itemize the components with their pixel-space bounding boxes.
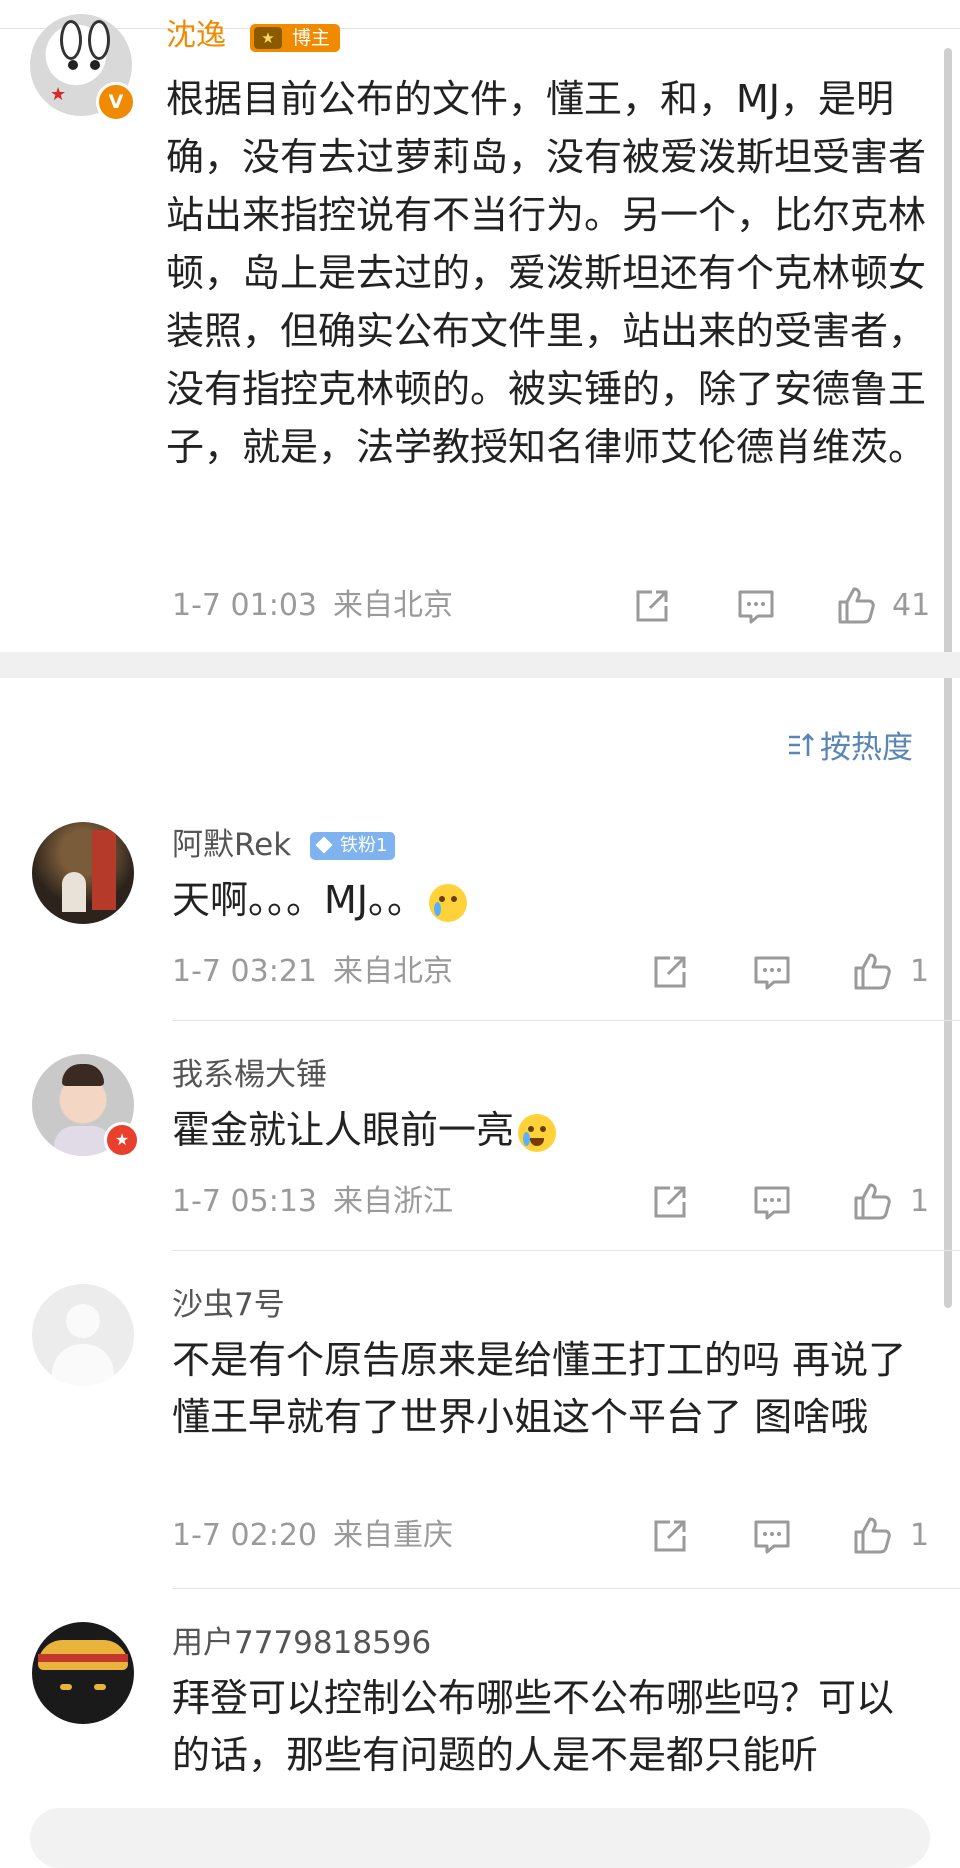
comment-divider — [172, 1250, 960, 1251]
crying-face-icon — [429, 883, 467, 922]
comment-text-content: 天啊。。。MJ。。 — [172, 878, 425, 922]
comment-icon — [738, 590, 774, 624]
poster-name[interactable]: 沈逸 — [166, 18, 226, 54]
comment-time: 1-7 03:21 — [172, 954, 317, 989]
comment-time: 1-7 05:13 — [172, 1184, 317, 1219]
reply-input-bar[interactable] — [30, 1808, 930, 1868]
comment-item: 沙虫7号 不是有个原告原来是给懂王打工的吗 再说了懂王早就有了世界小姐这个平台了… — [0, 1282, 960, 1582]
sort-by-heat-button[interactable]: 按热度 — [786, 728, 913, 770]
comment-location: 来自重庆 — [333, 1518, 453, 1553]
avatar-eye — [90, 60, 100, 70]
commenter-name[interactable]: 我系楊大锤 — [172, 1056, 327, 1094]
comment-actions: 1 — [648, 1514, 938, 1558]
comment-text-content: 霍金就让人眼前一亮 — [172, 1108, 515, 1152]
post-location: 来自北京 — [333, 588, 453, 623]
comment-icon — [754, 1186, 790, 1220]
verified-icon: V — [96, 82, 136, 122]
comment-meta: 1-7 05:13 来自浙江 — [172, 1184, 453, 1220]
commenter-avatar[interactable] — [32, 1622, 134, 1724]
badge-level-icon: ★ — [254, 27, 282, 49]
sort-label: 按热度 — [820, 730, 913, 766]
share-button[interactable] — [630, 584, 674, 628]
comment-item: 阿默Rek 铁粉1 天啊。。。MJ。。 1-7 03:21 来自北京 1 — [0, 820, 960, 1020]
laughing-tears-icon — [518, 1113, 557, 1152]
thumbs-up-icon — [854, 953, 891, 990]
comment-meta: 1-7 03:21 来自北京 — [172, 954, 453, 990]
share-icon — [654, 956, 686, 988]
post-card: ★ V 沈逸 ★ 博主 根据目前公布的文件，懂王，和，MJ，是明确，没有去过萝莉… — [0, 0, 960, 650]
like-count: 1 — [910, 954, 930, 989]
default-avatar-body — [52, 1344, 114, 1386]
comment-icon — [754, 1520, 790, 1554]
comment-divider — [172, 1020, 960, 1021]
like-count: 1 — [910, 1518, 930, 1553]
reply-button[interactable] — [750, 1180, 794, 1224]
reply-button[interactable] — [750, 1514, 794, 1558]
comment-text: 天啊。。。MJ。。 — [172, 872, 912, 929]
thumbs-up-icon — [854, 1183, 891, 1220]
commenter-name[interactable]: 沙虫7号 — [172, 1286, 285, 1324]
comment-meta: 1-7 02:20 来自重庆 — [172, 1518, 453, 1554]
like-button[interactable] — [850, 1514, 894, 1558]
sort-icon — [786, 730, 816, 770]
badge-label: 博主 — [292, 27, 331, 49]
share-icon — [636, 590, 668, 622]
comment-location: 来自北京 — [333, 954, 453, 989]
diamond-icon — [315, 836, 333, 854]
comment-text: 拜登可以控制公布哪些不公布哪些吗？可以的话，那些有问题的人是不是都只能听 — [172, 1676, 895, 1777]
fan-badge[interactable]: 铁粉1 — [310, 832, 396, 860]
post-body-text: 根据目前公布的文件，懂王，和，MJ，是明确，没有去过萝莉岛，没有被爱泼斯坦受害者… — [166, 77, 927, 469]
blogger-badge[interactable]: ★ 博主 — [250, 24, 341, 52]
like-count: 1 — [910, 1184, 930, 1219]
comment-text: 不是有个原告原来是给懂王打工的吗 再说了懂王早就有了世界小姐这个平台了 图啥哦 — [172, 1338, 907, 1439]
thumbs-up-icon — [838, 587, 875, 624]
post-actions: 41 — [630, 584, 930, 628]
comment-item: ★ 我系楊大锤 霍金就让人眼前一亮 1-7 05:13 来自浙江 1 — [0, 1052, 960, 1252]
avatar-ear — [60, 20, 82, 60]
avatar-star: ★ — [50, 84, 67, 105]
like-button[interactable] — [850, 950, 894, 994]
avatar-hat-band — [38, 1654, 128, 1662]
member-star-icon: ★ — [104, 1122, 140, 1158]
avatar-eye — [60, 1684, 72, 1690]
share-icon — [654, 1520, 686, 1552]
comment-actions: 1 — [648, 1180, 938, 1224]
like-button[interactable] — [834, 584, 878, 628]
avatar-hair — [62, 1064, 104, 1086]
avatar-ear — [88, 20, 110, 60]
post-meta: 1-7 01:03 来自北京 — [172, 588, 453, 624]
comment-location: 来自浙江 — [333, 1184, 453, 1219]
avatar-eye — [68, 60, 78, 70]
thumbs-up-icon — [854, 1517, 891, 1554]
commenter-name[interactable]: 阿默Rek — [172, 826, 291, 864]
commenter-avatar[interactable] — [32, 1284, 134, 1386]
share-button[interactable] — [648, 950, 692, 994]
avatar-banner — [92, 830, 116, 910]
post-time: 1-7 01:03 — [172, 588, 317, 623]
default-avatar-head — [66, 1304, 100, 1338]
commenter-name[interactable]: 用户7779818596 — [172, 1624, 431, 1662]
commenter-avatar[interactable] — [32, 822, 134, 924]
comment-actions: 1 — [648, 950, 938, 994]
share-button[interactable] — [648, 1514, 692, 1558]
comment-item: 用户7779818596 拜登可以控制公布哪些不公布哪些吗？可以的话，那些有问题… — [0, 1620, 960, 1836]
like-button[interactable] — [850, 1180, 894, 1224]
comment-divider — [172, 1588, 960, 1589]
like-count: 41 — [892, 588, 931, 623]
avatar-figure — [62, 872, 86, 912]
share-button[interactable] — [648, 1180, 692, 1224]
share-icon — [654, 1186, 686, 1218]
section-separator — [0, 652, 960, 678]
comment-time: 1-7 02:20 — [172, 1518, 317, 1553]
avatar-eye — [94, 1684, 106, 1690]
comment-button[interactable] — [734, 584, 778, 628]
comment-icon — [754, 956, 790, 990]
reply-button[interactable] — [750, 950, 794, 994]
comment-text: 霍金就让人眼前一亮 — [172, 1102, 912, 1159]
fan-badge-label: 铁粉1 — [340, 835, 388, 856]
